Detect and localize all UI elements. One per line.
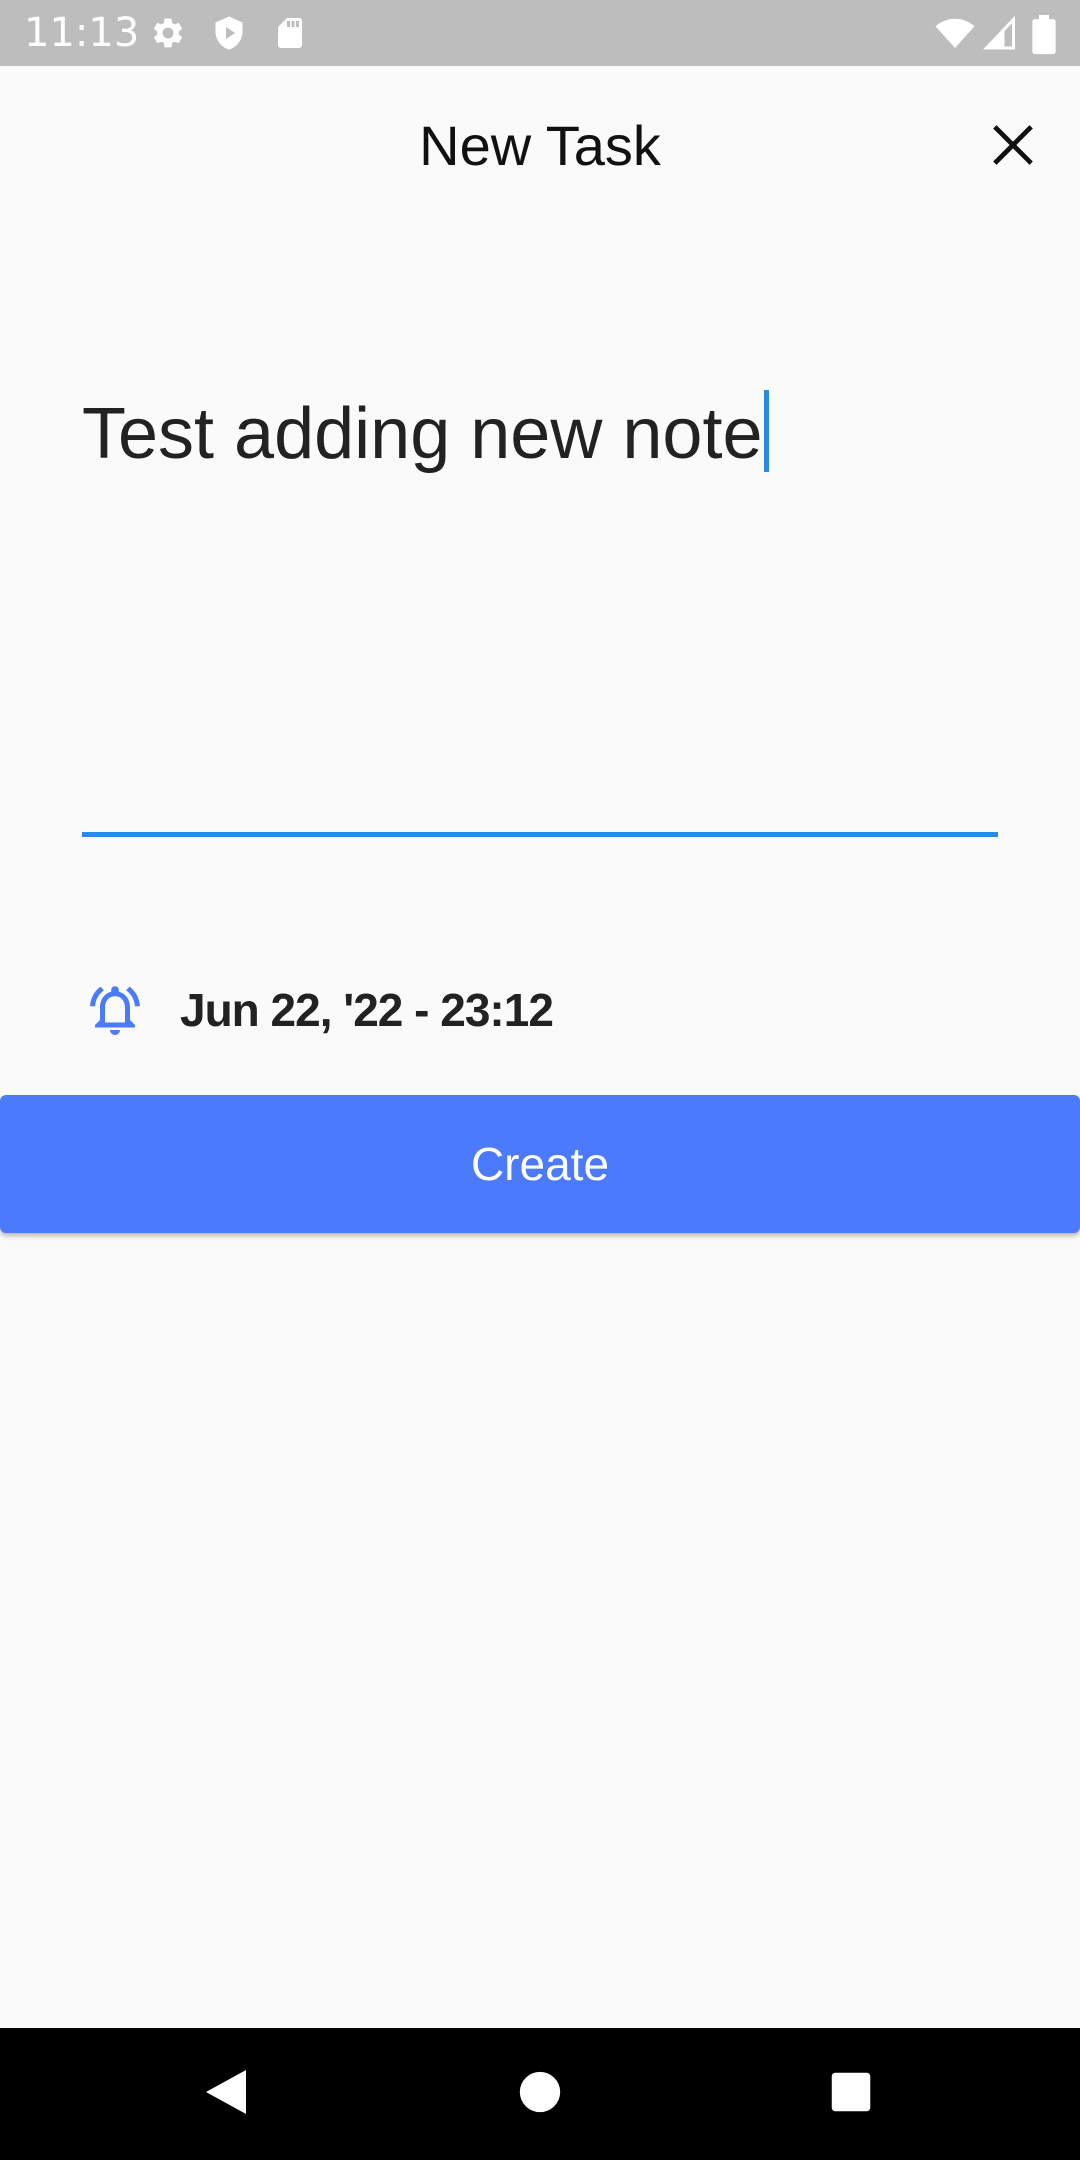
home-button[interactable] bbox=[500, 2054, 580, 2134]
wifi-icon bbox=[934, 15, 976, 51]
cellular-signal-icon bbox=[982, 15, 1018, 51]
home-icon bbox=[518, 2070, 562, 2118]
shield-play-icon bbox=[211, 15, 247, 51]
recents-icon bbox=[830, 2071, 872, 2117]
close-button[interactable] bbox=[978, 112, 1048, 182]
recents-button[interactable] bbox=[811, 2054, 891, 2134]
reminder-row[interactable]: Jun 22, '22 - 23:12 bbox=[82, 970, 554, 1050]
back-button[interactable] bbox=[186, 2054, 266, 2134]
create-button-label: Create bbox=[470, 1138, 610, 1190]
settings-icon bbox=[150, 15, 186, 51]
text-cursor bbox=[764, 390, 770, 472]
status-bar: 11:13 bbox=[0, 0, 1080, 66]
close-icon bbox=[991, 123, 1035, 171]
status-time: 11:13 bbox=[24, 10, 140, 56]
sd-card-icon bbox=[272, 15, 308, 51]
alarm-bell-icon[interactable] bbox=[82, 977, 148, 1043]
task-input-underline bbox=[82, 832, 998, 837]
task-input-value: Test adding new note bbox=[82, 394, 763, 474]
navigation-bar bbox=[0, 2028, 1080, 2160]
task-input-field[interactable]: Test adding new note bbox=[82, 384, 770, 484]
task-input[interactable]: Test adding new note bbox=[82, 360, 998, 838]
back-icon bbox=[202, 2066, 250, 2122]
reminder-datetime[interactable]: Jun 22, '22 - 23:12 bbox=[180, 980, 554, 1040]
battery-icon bbox=[1030, 15, 1058, 55]
new-task-screen: 11:13 New Task Test adding new note Jun … bbox=[0, 0, 1080, 2160]
create-button[interactable]: Create bbox=[0, 1095, 1080, 1233]
page-title: New Task bbox=[419, 114, 661, 177]
